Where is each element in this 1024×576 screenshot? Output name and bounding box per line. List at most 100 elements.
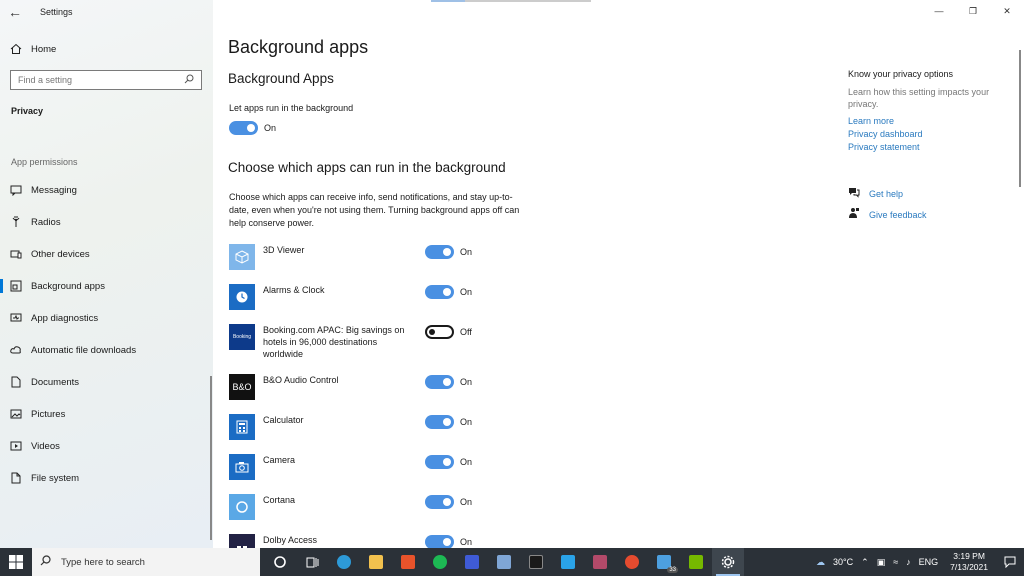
app-row-dolby-access: Dolby Access On [229, 534, 529, 548]
top-strip-accent [431, 0, 465, 2]
search-placeholder: Find a setting [18, 75, 73, 85]
toggle-switch[interactable] [425, 495, 454, 509]
sidebar-item-other-devices[interactable]: Other devices [0, 241, 213, 267]
privacy-statement-link[interactable]: Privacy statement [848, 142, 920, 152]
app-name: Alarms & Clock [263, 285, 325, 295]
temperature[interactable]: 30°C [833, 557, 853, 567]
video-icon [9, 439, 23, 453]
meet-now-icon[interactable]: ▣ [877, 557, 886, 568]
toggle-switch[interactable] [229, 121, 258, 135]
bo-icon: B&O [229, 374, 255, 400]
clock-time: 3:19 PM [953, 551, 985, 561]
task-view-icon[interactable] [296, 548, 328, 576]
notification-icon[interactable] [996, 548, 1024, 576]
sidebar-scrollbar[interactable] [210, 376, 212, 540]
devices-icon [9, 247, 23, 261]
background-apps-master-toggle[interactable]: On [229, 121, 276, 135]
sidebar-item-label: Documents [31, 376, 80, 388]
volume-icon[interactable]: ♪ [906, 557, 911, 567]
edge-icon[interactable] [328, 548, 360, 576]
sidebar-item-radios[interactable]: Radios [0, 209, 213, 235]
toggle-state: On [460, 247, 473, 257]
main-content: — ❐ ✕ Background apps Background Apps Le… [213, 0, 1024, 548]
app-toggle[interactable]: On [425, 375, 472, 389]
toggle-state: On [460, 417, 473, 427]
main-scrollbar[interactable] [1019, 50, 1021, 187]
section-title: Background Apps [228, 71, 334, 86]
restore-button[interactable]: ❐ [956, 0, 990, 22]
badge-count: 33 [667, 567, 678, 573]
toggle-switch[interactable] [425, 455, 454, 469]
sidebar-item-label: Messaging [31, 184, 77, 196]
toggle-state: Off [460, 327, 472, 337]
sidebar-item-videos[interactable]: Videos [0, 433, 213, 459]
toggle-switch[interactable] [425, 245, 454, 259]
minimize-button[interactable]: — [922, 0, 956, 22]
app-toggle[interactable]: On [425, 415, 472, 429]
search-input[interactable]: Find a setting [10, 70, 202, 90]
sidebar-item-background-apps[interactable]: Background apps [0, 273, 213, 299]
red-app-icon[interactable] [616, 548, 648, 576]
affinity-icon[interactable] [520, 548, 552, 576]
sidebar-item-documents[interactable]: Documents [0, 369, 213, 395]
app-toggle[interactable]: On [425, 245, 472, 259]
close-button[interactable]: ✕ [990, 0, 1024, 22]
snip-icon[interactable] [552, 548, 584, 576]
toggle-state: On [460, 457, 473, 467]
sidebar-item-messaging[interactable]: Messaging [0, 177, 213, 203]
sidebar-item-home[interactable]: Home [0, 36, 213, 62]
app-toggle[interactable]: Off [425, 325, 472, 339]
wifi-icon[interactable]: ≈ [893, 557, 898, 567]
chevron-up-icon[interactable]: ⌃ [861, 557, 869, 568]
sidebar-item-file-system[interactable]: File system [0, 465, 213, 491]
toggle-switch[interactable] [425, 375, 454, 389]
sidebar-item-pictures[interactable]: Pictures [0, 401, 213, 427]
sidebar-item-label: Other devices [31, 248, 90, 260]
app-name: Booking.com APAC: Big savings on hotels … [263, 325, 405, 359]
picture-icon [9, 407, 23, 421]
get-help-label: Get help [869, 188, 904, 199]
toggle-switch[interactable] [425, 285, 454, 299]
file-explorer-icon[interactable] [360, 548, 392, 576]
taskbar-search-placeholder: Type here to search [61, 556, 145, 568]
app-toggle[interactable]: On [425, 285, 472, 299]
give-feedback-link[interactable]: Give feedback [848, 207, 927, 222]
sidebar-item-label: Radios [31, 216, 61, 228]
clock[interactable]: 3:19 PM 7/13/2021 [950, 551, 988, 573]
brave-icon[interactable] [392, 548, 424, 576]
feedback-icon [848, 207, 862, 222]
privacy-dashboard-link[interactable]: Privacy dashboard [848, 129, 923, 139]
flag-app-icon[interactable] [584, 548, 616, 576]
page-title: Background apps [228, 37, 369, 57]
cortana-taskbar-icon[interactable] [264, 548, 296, 576]
sidebar-item-automatic-file-downloads[interactable]: Automatic file downloads [0, 337, 213, 363]
toggle-switch[interactable] [425, 415, 454, 429]
let-apps-label: Let apps run in the background [229, 103, 354, 113]
booking-icon: Booking [229, 324, 255, 350]
home-icon [9, 42, 23, 56]
start-button[interactable] [0, 548, 32, 576]
windows-logo-icon [9, 555, 23, 569]
monitor-app-icon[interactable] [456, 548, 488, 576]
get-help-link[interactable]: Get help [848, 186, 903, 201]
radio-icon [9, 215, 23, 229]
back-arrow-icon[interactable]: ← [0, 0, 30, 24]
app-toggle[interactable]: On [425, 455, 472, 469]
app-toggle[interactable]: On [425, 495, 472, 509]
app-toggle[interactable]: On [425, 535, 472, 548]
learn-more-link[interactable]: Learn more [848, 116, 894, 126]
camera-taskbar-icon[interactable] [488, 548, 520, 576]
nvidia-icon[interactable] [680, 548, 712, 576]
weather-icon[interactable]: ☁ [816, 557, 825, 568]
sidebar-item-app-diagnostics[interactable]: App diagnostics [0, 305, 213, 331]
active-indicator [0, 279, 3, 293]
taskbar-search-input[interactable]: Type here to search [32, 548, 260, 576]
taskbar-apps: 33 [264, 548, 744, 576]
toggle-switch[interactable] [425, 325, 454, 339]
toggle-switch[interactable] [425, 535, 454, 548]
settings-taskbar-icon[interactable] [712, 548, 744, 576]
badge-app-icon[interactable]: 33 [648, 548, 680, 576]
search-icon [40, 555, 51, 569]
language-indicator[interactable]: ENG [919, 557, 939, 567]
spotify-icon[interactable] [424, 548, 456, 576]
